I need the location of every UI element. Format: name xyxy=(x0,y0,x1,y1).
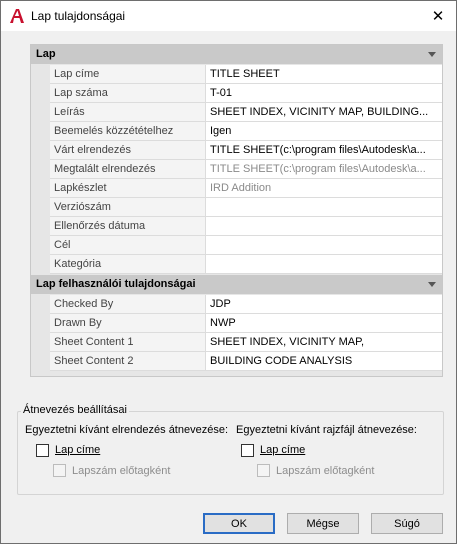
layout-rename-heading: Egyeztetni kívánt elrendezés átnevezése: xyxy=(25,424,229,436)
dialog-title: Lap tulajdonságai xyxy=(31,9,126,23)
row-gutter xyxy=(31,314,50,333)
property-row[interactable]: Verziószám xyxy=(31,198,442,217)
row-gutter xyxy=(31,198,50,217)
property-value[interactable] xyxy=(206,255,442,274)
row-gutter xyxy=(31,141,50,160)
layout-sheet-title-label[interactable]: Lap címe xyxy=(55,444,100,456)
property-name: Leírás xyxy=(50,103,206,122)
property-grid: Lap Lap címe TITLE SHEET Lap száma T-01 Leírá… xyxy=(30,44,443,377)
row-gutter xyxy=(31,295,50,314)
help-button[interactable]: Súgó xyxy=(371,513,443,534)
property-name: Cél xyxy=(50,236,206,255)
property-value: IRD Addition xyxy=(206,179,442,198)
property-name: Megtalált elrendezés xyxy=(50,160,206,179)
property-name: Checked By xyxy=(50,295,206,314)
collapse-arrow-icon[interactable] xyxy=(428,282,436,287)
layout-prefix-label: Lapszám előtagként xyxy=(72,465,171,477)
layout-prefix-checkbox[interactable] xyxy=(53,464,66,477)
property-value[interactable]: TITLE SHEET xyxy=(206,65,442,84)
row-gutter xyxy=(31,103,50,122)
property-value[interactable]: JDP xyxy=(206,295,442,314)
property-row[interactable]: Cél xyxy=(31,236,442,255)
property-row[interactable]: Beemelés közzétételhez Igen xyxy=(31,122,442,141)
file-prefix-checkbox[interactable] xyxy=(257,464,270,477)
close-button[interactable]: ✕ xyxy=(420,1,456,31)
rename-group-label: Átnevezés beállításai xyxy=(21,404,129,416)
row-gutter xyxy=(31,236,50,255)
close-icon: ✕ xyxy=(431,8,445,25)
property-row[interactable]: Lapkészlet IRD Addition xyxy=(31,179,442,198)
property-name: Verziószám xyxy=(50,198,206,217)
property-row[interactable]: Sheet Content 2 BUILDING CODE ANALYSIS xyxy=(31,352,442,371)
property-row[interactable]: Kategória xyxy=(31,255,442,274)
property-name: Lapkészlet xyxy=(50,179,206,198)
property-value[interactable] xyxy=(206,198,442,217)
property-value[interactable]: SHEET INDEX, VICINITY MAP, xyxy=(206,333,442,352)
file-prefix-label: Lapszám előtagként xyxy=(276,465,375,477)
category-label: Lap felhasználói tulajdonságai xyxy=(36,278,196,290)
property-row[interactable]: Lap száma T-01 xyxy=(31,84,442,103)
property-value[interactable]: TITLE SHEET(c:\program files\Autodesk\a.… xyxy=(206,141,442,160)
property-row[interactable]: Leírás SHEET INDEX, VICINITY MAP, BUILDIN… xyxy=(31,103,442,122)
title-bar: Lap tulajdonságai ✕ xyxy=(1,1,456,31)
property-name: Várt elrendezés xyxy=(50,141,206,160)
row-gutter xyxy=(31,333,50,352)
row-gutter xyxy=(31,179,50,198)
cancel-button[interactable]: Mégse xyxy=(287,513,359,534)
property-value[interactable]: Igen xyxy=(206,122,442,141)
property-name: Beemelés közzétételhez xyxy=(50,122,206,141)
property-value[interactable]: T-01 xyxy=(206,84,442,103)
property-value[interactable]: SHEET INDEX, VICINITY MAP, BUILDING... xyxy=(206,103,442,122)
property-value: TITLE SHEET(c:\program files\Autodesk\a.… xyxy=(206,160,442,179)
property-name: Sheet Content 2 xyxy=(50,352,206,371)
autocad-icon xyxy=(10,9,24,23)
category-label: Lap xyxy=(36,48,56,60)
collapse-arrow-icon[interactable] xyxy=(428,52,436,57)
properties-dialog: Lap tulajdonságai ✕ Lap Lap címe TITLE SHE… xyxy=(0,0,457,544)
property-value[interactable] xyxy=(206,236,442,255)
property-name: Sheet Content 1 xyxy=(50,333,206,352)
row-gutter xyxy=(31,122,50,141)
layout-sheet-title-checkbox[interactable] xyxy=(36,444,49,457)
row-gutter xyxy=(31,217,50,236)
row-gutter xyxy=(31,160,50,179)
property-value[interactable]: NWP xyxy=(206,314,442,333)
property-name: Kategória xyxy=(50,255,206,274)
category-header[interactable]: Lap xyxy=(31,45,442,64)
file-sheet-title-checkbox[interactable] xyxy=(241,444,254,457)
row-gutter xyxy=(31,255,50,274)
property-row[interactable]: Megtalált elrendezés TITLE SHEET(c:\progr… xyxy=(31,160,442,179)
file-rename-heading: Egyeztetni kívánt rajzfájl átnevezése: xyxy=(236,424,417,436)
ok-button[interactable]: OK xyxy=(203,513,275,534)
property-name: Lap száma xyxy=(50,84,206,103)
category-header[interactable]: Lap felhasználói tulajdonságai xyxy=(31,275,442,294)
row-gutter xyxy=(31,84,50,103)
property-row[interactable]: Sheet Content 1 SHEET INDEX, VICINITY MAP… xyxy=(31,333,442,352)
row-gutter xyxy=(31,352,50,371)
row-gutter xyxy=(31,65,50,84)
property-name: Drawn By xyxy=(50,314,206,333)
property-row[interactable]: Ellenőrzés dátuma xyxy=(31,217,442,236)
file-sheet-title-label[interactable]: Lap címe xyxy=(260,444,305,456)
property-row[interactable]: Checked By JDP xyxy=(31,295,442,314)
property-row[interactable]: Várt elrendezés TITLE SHEET(c:\program fi… xyxy=(31,141,442,160)
property-name: Lap címe xyxy=(50,65,206,84)
property-name: Ellenőrzés dátuma xyxy=(50,217,206,236)
property-value[interactable]: BUILDING CODE ANALYSIS xyxy=(206,352,442,371)
property-value[interactable] xyxy=(206,217,442,236)
property-row[interactable]: Lap címe TITLE SHEET xyxy=(31,65,442,84)
property-row[interactable]: Drawn By NWP xyxy=(31,314,442,333)
